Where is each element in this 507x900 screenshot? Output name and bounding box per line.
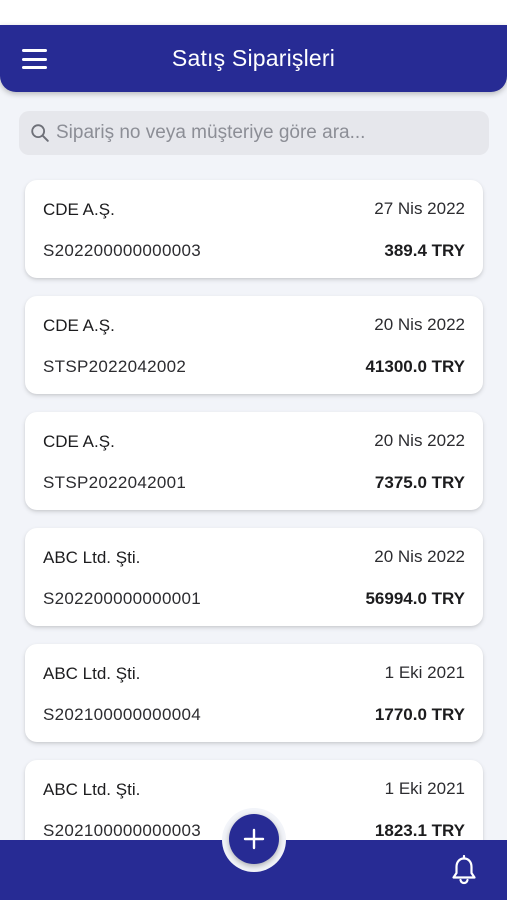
order-list: CDE A.Ş. 27 Nis 2022 S202200000000003 38… <box>25 180 483 876</box>
order-card[interactable]: CDE A.Ş. 27 Nis 2022 S202200000000003 38… <box>25 180 483 278</box>
order-card[interactable]: CDE A.Ş. 20 Nis 2022 STSP2022042001 7375… <box>25 412 483 510</box>
app-header: Satış Siparişleri <box>0 25 507 92</box>
order-number: STSP2022042001 <box>43 473 187 492</box>
order-customer: ABC Ltd. Şti. <box>43 664 141 683</box>
order-number: STSP2022042002 <box>43 357 187 376</box>
bell-icon <box>452 854 476 885</box>
page-title: Satış Siparişleri <box>171 45 336 71</box>
order-date: 1 Eki 2021 <box>384 779 465 798</box>
search-icon <box>31 124 49 142</box>
order-customer: CDE A.Ş. <box>43 432 115 451</box>
order-customer: CDE A.Ş. <box>43 316 115 335</box>
order-date: 20 Nis 2022 <box>374 547 465 566</box>
plus-icon <box>243 828 265 850</box>
order-card[interactable]: ABC Ltd. Şti. 1 Eki 2021 S20210000000000… <box>25 644 483 742</box>
order-card[interactable]: ABC Ltd. Şti. 20 Nis 2022 S2022000000000… <box>25 528 483 626</box>
order-amount: 1823.1 TRY <box>374 821 465 840</box>
order-date: 20 Nis 2022 <box>374 315 465 334</box>
status-bar <box>0 0 507 25</box>
search-input[interactable] <box>56 122 476 144</box>
notifications-button[interactable] <box>450 854 478 885</box>
hamburger-menu-icon[interactable] <box>22 49 47 69</box>
order-date: 20 Nis 2022 <box>374 431 465 450</box>
order-date: 1 Eki 2021 <box>384 663 465 682</box>
order-amount: 1770.0 TRY <box>374 705 465 724</box>
order-amount: 7375.0 TRY <box>374 473 465 492</box>
order-date: 27 Nis 2022 <box>374 199 465 218</box>
order-customer: ABC Ltd. Şti. <box>43 780 141 799</box>
add-order-button[interactable] <box>229 814 279 864</box>
order-amount: 389.4 TRY <box>384 241 465 260</box>
order-amount: 41300.0 TRY <box>365 357 465 376</box>
order-number: S202100000000003 <box>43 821 201 840</box>
order-amount: 56994.0 TRY <box>365 589 465 608</box>
search-bar[interactable] <box>19 111 489 155</box>
order-number: S202100000000004 <box>43 705 201 724</box>
order-card[interactable]: CDE A.Ş. 20 Nis 2022 STSP2022042002 4130… <box>25 296 483 394</box>
order-customer: CDE A.Ş. <box>43 200 115 219</box>
order-customer: ABC Ltd. Şti. <box>43 548 141 567</box>
order-number: S202200000000001 <box>43 589 201 608</box>
order-number: S202200000000003 <box>43 241 201 260</box>
